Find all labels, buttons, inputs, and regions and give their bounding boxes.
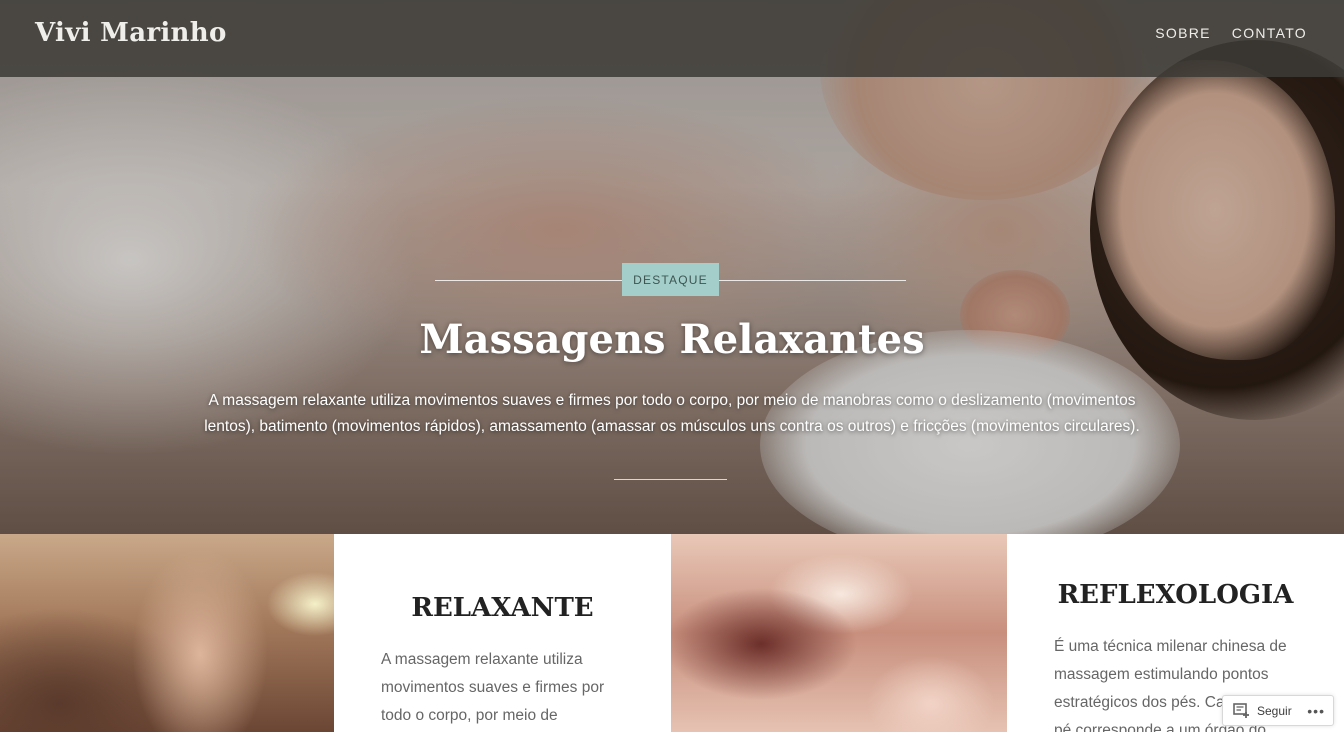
hero-excerpt: A massagem relaxante utiliza movimentos … bbox=[204, 392, 1140, 435]
hero-divider bbox=[614, 479, 727, 480]
post-title[interactable]: REFLEXOLOGIA bbox=[1007, 580, 1344, 610]
featured-line-left bbox=[435, 280, 622, 281]
ellipsis-icon[interactable]: ••• bbox=[1307, 704, 1325, 718]
hero-title[interactable]: Massagens Relaxantes bbox=[0, 316, 1344, 363]
post-excerpt: A massagem relaxante utiliza movimentos … bbox=[381, 651, 605, 724]
featured-hero[interactable]: DESTAQUE Massagens Relaxantes A massagem… bbox=[0, 0, 1344, 534]
site-header: Vivi Marinho SOBRE CONTATO bbox=[0, 0, 1344, 77]
follow-reader-icon[interactable] bbox=[1233, 702, 1251, 719]
follow-button[interactable]: Seguir bbox=[1257, 704, 1292, 718]
nav-item-contato[interactable]: CONTATO bbox=[1232, 25, 1307, 41]
main-nav: SOBRE CONTATO bbox=[1155, 25, 1307, 41]
follow-widget: Seguir ••• bbox=[1222, 695, 1334, 726]
post-card-relaxante[interactable]: RELAXANTE A massagem relaxante utiliza m… bbox=[334, 534, 671, 732]
nav-item-sobre[interactable]: SOBRE bbox=[1155, 25, 1211, 41]
post-image-reflexologia[interactable] bbox=[671, 534, 1007, 732]
site-title[interactable]: Vivi Marinho bbox=[35, 18, 227, 48]
post-title[interactable]: RELAXANTE bbox=[334, 593, 671, 623]
featured-badge: DESTAQUE bbox=[622, 263, 719, 296]
featured-line-right bbox=[719, 280, 906, 281]
post-image-relaxante[interactable] bbox=[0, 534, 334, 732]
